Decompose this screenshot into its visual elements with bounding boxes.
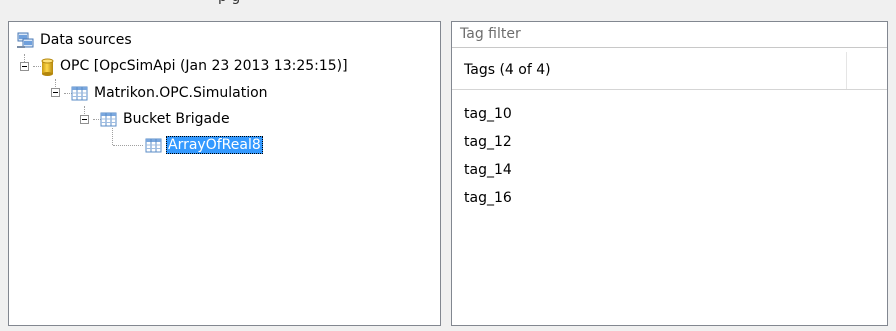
tree-item-data-sources[interactable]: Data sources [17,30,134,50]
tags-column-header[interactable]: Tags (4 of 4) [452,52,887,90]
tree-item-label: OPC [OpcSimApi (Jan 23 2013 13:25:15)] [60,58,348,74]
table-icon [71,85,88,102]
tag-list-item[interactable]: tag_14 [464,156,512,184]
collapse-toggle-icon[interactable] [80,115,89,124]
table-icon [100,111,117,128]
tree-item-label: Data sources [40,32,132,48]
collapse-toggle-icon[interactable] [51,88,60,97]
tag-list: tag_10 tag_12 tag_14 tag_16 [464,100,512,212]
window-top-strip: p g [0,0,896,16]
tree-connector [84,106,86,114]
tree-item-label-selected: ArrayOfReal8 [166,136,263,154]
tag-list-item[interactable]: tag_12 [464,128,512,156]
tree-connector [24,54,26,62]
tag-list-item[interactable]: tag_10 [464,100,512,128]
data-sources-tree[interactable]: Data sources OPC [OpcSimApi (Jan 23 2013… [8,21,441,326]
database-cylinder-icon [41,58,54,76]
tags-header-label[interactable]: Tags (4 of 4) [452,52,847,89]
tree-item-bucket-brigade[interactable]: Bucket Brigade [100,109,232,129]
tree-item-label: Bucket Brigade [123,111,230,127]
tree-item-opc-server[interactable]: OPC [OpcSimApi (Jan 23 2013 13:25:15)] [41,56,350,76]
tree-connector [112,128,114,145]
tag-list-item[interactable]: tag_16 [464,184,512,212]
table-icon [145,137,162,154]
clipped-title-text: p g [218,0,240,5]
collapse-toggle-icon[interactable] [20,62,29,71]
tree-connector [113,145,143,147]
tree-item-matrikon-simulation[interactable]: Matrikon.OPC.Simulation [71,83,270,103]
tag-filter-input[interactable]: Tag filter [452,22,887,48]
data-sources-icon [17,32,34,49]
tags-panel: Tag filter Tags (4 of 4) tag_10 tag_12 t… [451,21,888,326]
tree-connector [55,79,57,87]
tree-item-label: Matrikon.OPC.Simulation [94,85,268,101]
tree-item-arrayofreal8[interactable]: ArrayOfReal8 [145,135,263,155]
